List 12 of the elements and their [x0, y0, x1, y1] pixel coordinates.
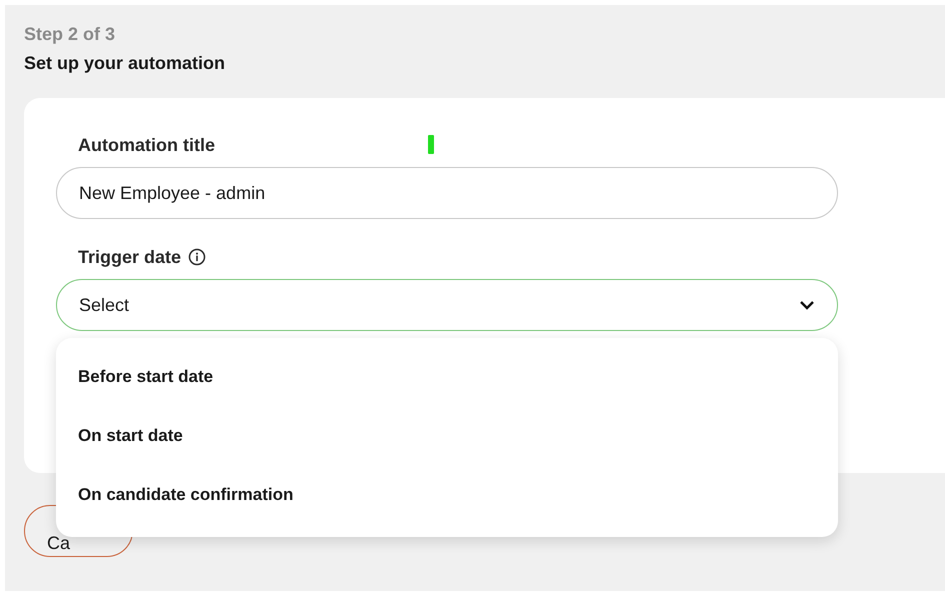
- page-title: Set up your automation: [24, 52, 226, 75]
- info-icon[interactable]: [188, 248, 206, 266]
- dropdown-option[interactable]: On start date: [56, 408, 838, 467]
- step-indicator: Step 2 of 3: [24, 23, 116, 46]
- chevron-down-icon: [799, 300, 815, 310]
- title-input[interactable]: New Employee - admin: [56, 167, 838, 219]
- dropdown-option[interactable]: On candidate confirmation: [56, 467, 838, 526]
- trigger-date-select[interactable]: Select: [56, 279, 838, 331]
- dropdown-option[interactable]: Before start date: [56, 349, 838, 408]
- cursor-marker: [428, 135, 434, 154]
- field-label: Trigger date: [78, 246, 182, 269]
- field-label: Automation title: [78, 134, 215, 157]
